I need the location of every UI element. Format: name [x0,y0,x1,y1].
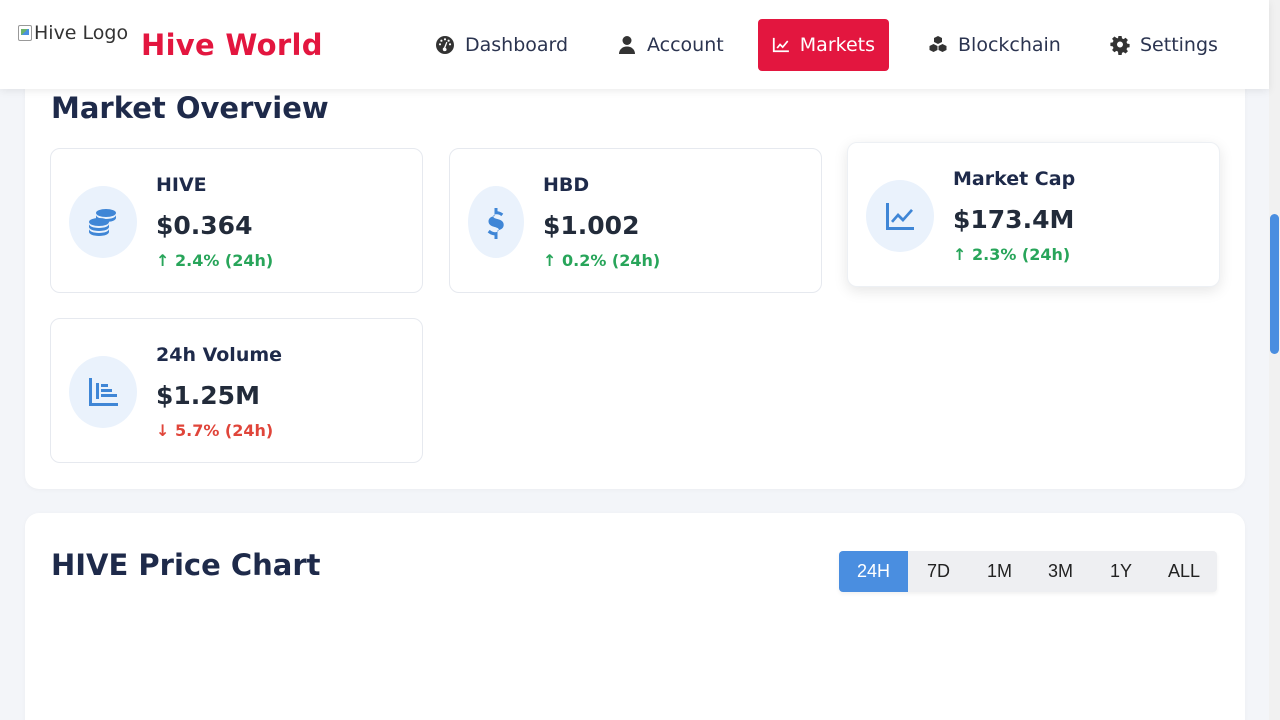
nav-markets[interactable]: Markets [758,19,889,71]
chart-bar-icon [69,356,137,428]
nav-account[interactable]: Account [603,19,738,71]
range-button-7d[interactable]: 7D [908,551,969,592]
broken-image-icon [18,25,32,41]
page-scrollbar[interactable] [1269,0,1280,720]
market-card-hbd[interactable]: HBD $1.002 ↑ 0.2% (24h) [449,148,822,293]
range-button-3m[interactable]: 3M [1030,551,1091,592]
section-title: Market Overview [51,91,329,125]
nav-blockchain[interactable]: Blockchain [914,19,1075,71]
chart-line-icon [866,180,934,252]
market-card-hive[interactable]: HIVE $0.364 ↑ 2.4% (24h) [50,148,423,293]
range-button-1m[interactable]: 1M [969,551,1030,592]
range-button-24h[interactable]: 24H [839,551,908,592]
card-name: HBD [543,174,590,196]
range-button-all[interactable]: ALL [1151,551,1217,592]
card-change: ↑ 0.2% (24h) [543,251,661,270]
card-change: ↑ 2.3% (24h) [953,245,1071,264]
nav-label: Account [647,34,724,56]
nav-label: Markets [799,34,875,56]
section-title: HIVE Price Chart [51,548,321,582]
cubes-icon [929,36,947,52]
nav-settings[interactable]: Settings [1096,19,1232,71]
user-icon [619,36,635,54]
market-card-market-cap[interactable]: Market Cap $173.4M ↑ 2.3% (24h) [847,142,1220,287]
card-name: HIVE [156,174,207,196]
card-value: $0.364 [156,211,253,240]
card-value: $1.002 [543,211,640,240]
nav-label: Settings [1140,34,1218,56]
nav-dashboard[interactable]: Dashboard [421,19,582,71]
chart-line-icon [772,37,789,53]
card-name: Market Cap [953,168,1076,190]
card-value: $1.25M [156,381,260,410]
brand-title[interactable]: Hive World [141,28,323,62]
logo-alt-text: Hive Logo [34,22,129,44]
nav-label: Blockchain [958,34,1061,56]
coins-icon [69,186,137,258]
card-value: $173.4M [953,205,1075,234]
market-card-volume[interactable]: 24h Volume $1.25M ↓ 5.7% (24h) [50,318,423,463]
card-change: ↓ 5.7% (24h) [156,421,274,440]
card-name: 24h Volume [156,344,283,366]
top-navbar: Hive Logo Hive World Dashboard Account M… [0,0,1269,89]
scrollbar-thumb[interactable] [1270,214,1279,354]
gear-icon [1110,36,1130,55]
logo-image[interactable]: Hive Logo [18,22,128,44]
time-range-selector: 24H 7D 1M 3M 1Y ALL [839,551,1217,592]
market-overview-panel: Market Overview HIVE $0.364 ↑ 2.4% (24h)… [25,60,1245,489]
gauge-icon [436,36,454,54]
dollar-icon [468,186,524,258]
card-change: ↑ 2.4% (24h) [156,251,274,270]
price-chart-panel: HIVE Price Chart 24H 7D 1M 3M 1Y ALL [25,513,1245,720]
range-button-1y[interactable]: 1Y [1091,551,1151,592]
nav-label: Dashboard [465,34,569,56]
